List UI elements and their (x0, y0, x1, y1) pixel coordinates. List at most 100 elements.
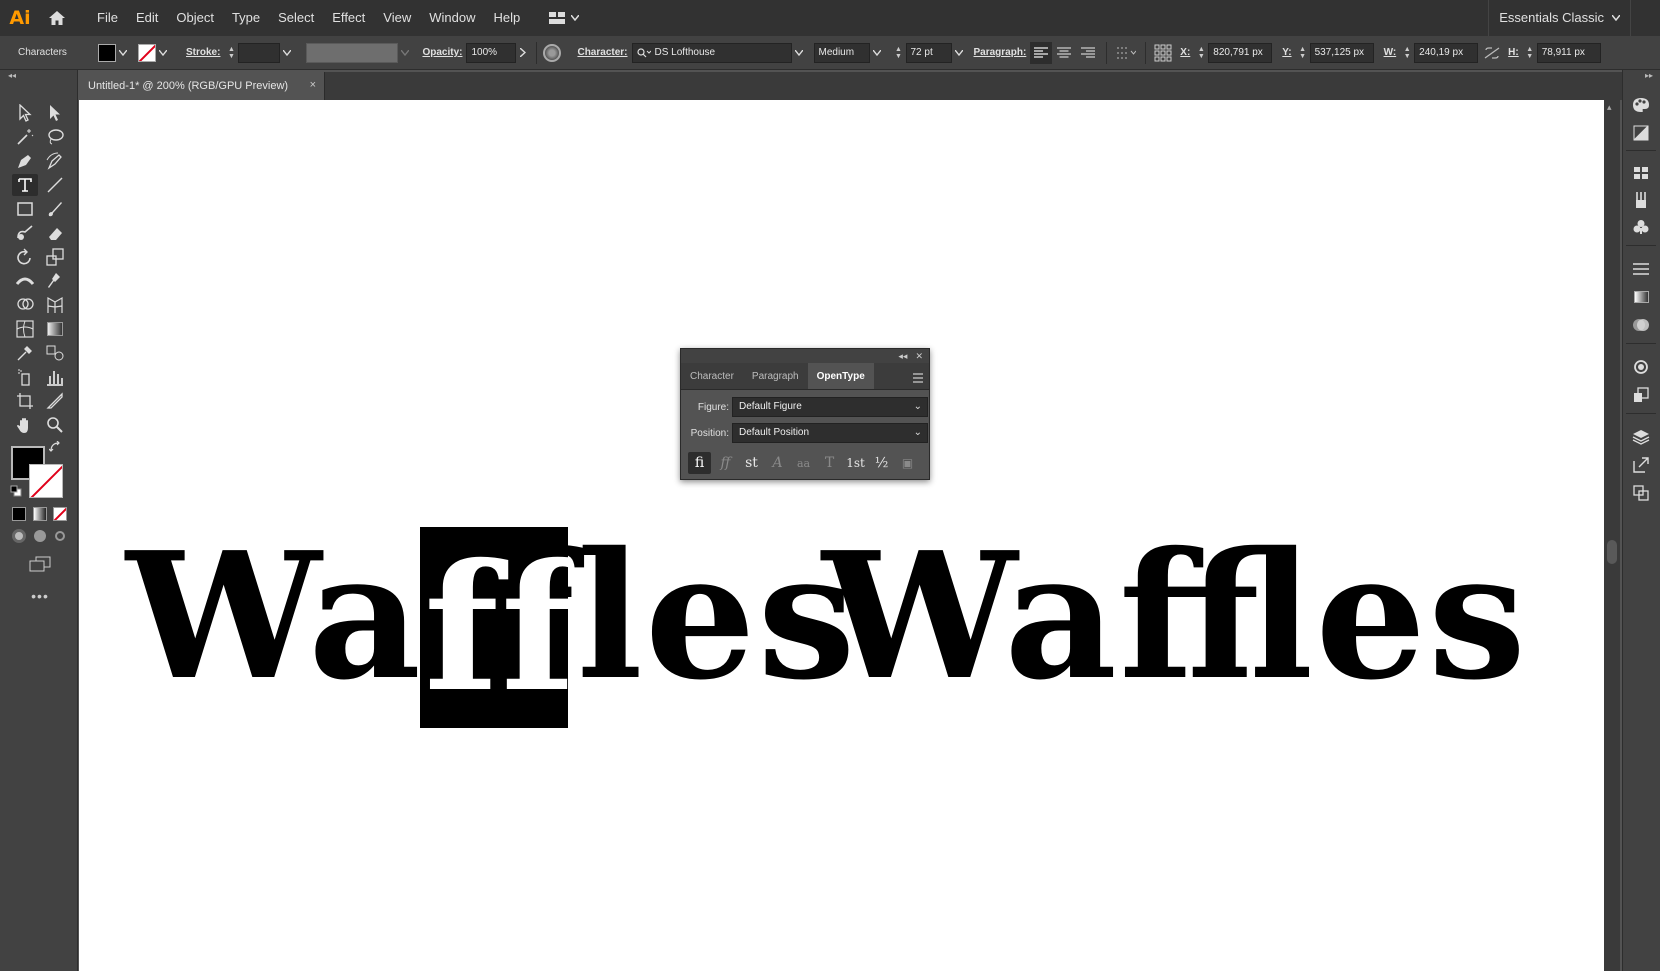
shaper-tool-icon[interactable] (12, 222, 38, 244)
mesh-tool-icon[interactable] (12, 318, 38, 340)
appearance-icon[interactable] (1630, 356, 1652, 378)
font-family-field[interactable]: DS Lofthouse (631, 42, 792, 63)
menu-file[interactable]: File (88, 0, 127, 36)
slice-tool-icon[interactable] (42, 390, 68, 412)
contextual-alternates-button[interactable]: ﬀ (714, 452, 737, 474)
zoom-tool-icon[interactable] (42, 414, 68, 436)
font-style-field[interactable]: Medium (813, 42, 870, 63)
rotate-tool-icon[interactable] (12, 246, 38, 268)
opacity-label[interactable]: Opacity: (422, 47, 462, 58)
menu-help[interactable]: Help (484, 0, 529, 36)
align-right-icon[interactable] (1076, 42, 1100, 64)
collapse-panel-icon[interactable]: ◂◂ (0, 70, 77, 82)
text-waffles-ligature[interactable]: Waﬄes (822, 530, 1528, 704)
font-family-dropdown-icon[interactable] (792, 44, 806, 62)
curvature-tool-icon[interactable] (42, 150, 68, 172)
recolor-artwork-icon[interactable] (543, 43, 562, 62)
fill-swatch[interactable] (98, 43, 116, 62)
font-style-dropdown-icon[interactable] (870, 44, 884, 62)
blend-tool-icon[interactable] (42, 342, 68, 364)
transparency-icon[interactable] (1630, 314, 1652, 336)
selection-tool-icon[interactable] (12, 102, 38, 124)
variable-width-profile[interactable] (306, 42, 399, 63)
artboard-tool-icon[interactable] (12, 390, 38, 412)
font-size-stepper[interactable]: ▲ ▼ (892, 42, 906, 64)
opacity-field[interactable]: 100% (466, 42, 517, 63)
stroke-panel-icon[interactable] (1630, 258, 1652, 280)
draw-inside-icon[interactable] (51, 527, 69, 545)
y-field[interactable]: 537,125 px (1309, 42, 1374, 63)
line-tool-icon[interactable] (42, 174, 68, 196)
font-size-field[interactable]: 72 pt (905, 42, 952, 63)
align-left-icon[interactable] (1030, 41, 1053, 64)
chevron-right-icon[interactable] (516, 44, 530, 62)
paragraph-label[interactable]: Paragraph: (974, 47, 1027, 58)
w-field[interactable]: 240,19 px (1414, 42, 1479, 63)
w-label[interactable]: W: (1384, 47, 1397, 58)
figure-select[interactable]: Default Figure ⌄ (732, 397, 928, 417)
width-tool-icon[interactable] (12, 270, 38, 292)
home-icon[interactable] (40, 0, 74, 36)
y-label[interactable]: Y: (1282, 47, 1291, 58)
more-tools-icon[interactable]: ••• (27, 585, 53, 607)
layers-icon[interactable] (1630, 426, 1652, 448)
close-icon[interactable]: ✕ (915, 351, 923, 362)
shape-builder-tool-icon[interactable] (12, 294, 38, 316)
x-label[interactable]: X: (1180, 47, 1190, 58)
menu-type[interactable]: Type (223, 0, 269, 36)
workspace-switcher[interactable]: Essentials Classic (1488, 0, 1630, 36)
artboards-icon[interactable] (1630, 482, 1652, 504)
menu-view[interactable]: View (374, 0, 420, 36)
screen-mode-icon[interactable] (27, 553, 53, 575)
font-size-dropdown-icon[interactable] (952, 44, 966, 62)
swash-button[interactable]: A (766, 452, 789, 474)
align-objects-icon[interactable] (1113, 42, 1139, 64)
draw-behind-icon[interactable] (31, 527, 49, 545)
symbols-icon[interactable] (1630, 216, 1652, 238)
stroke-swatch[interactable] (138, 43, 156, 62)
tab-opentype[interactable]: OpenType (807, 363, 874, 389)
paintbrush-tool-icon[interactable] (42, 198, 68, 220)
tab-character[interactable]: Character (681, 363, 743, 389)
scroll-up-icon[interactable]: ▴ (1607, 102, 1612, 113)
position-select[interactable]: Default Position ⌄ (732, 423, 928, 443)
menu-effect[interactable]: Effect (323, 0, 374, 36)
pen-tool-icon[interactable] (12, 150, 38, 172)
direct-selection-tool-icon[interactable] (42, 102, 68, 124)
stroke-label[interactable]: Stroke: (186, 47, 220, 58)
menu-edit[interactable]: Edit (127, 0, 167, 36)
symbol-sprayer-tool-icon[interactable] (12, 366, 38, 388)
magic-wand-tool-icon[interactable] (12, 126, 38, 148)
hand-tool-icon[interactable] (12, 414, 38, 436)
default-colors-icon[interactable] (9, 484, 23, 498)
stroke-color-box[interactable] (29, 464, 63, 498)
y-stepper[interactable]: ▲ ▼ (1296, 42, 1310, 64)
x-field[interactable]: 820,791 px (1208, 42, 1273, 63)
search-help-button[interactable] (1630, 0, 1660, 36)
w-stepper[interactable]: ▲ ▼ (1400, 42, 1414, 64)
profile-dropdown-icon[interactable] (398, 44, 412, 62)
type-tool-icon[interactable] (12, 174, 38, 196)
perspective-grid-tool-icon[interactable] (42, 294, 68, 316)
fill-dropdown-icon[interactable] (116, 44, 130, 62)
arrange-documents-button[interactable] (543, 12, 585, 24)
eyedropper-tool-icon[interactable] (12, 342, 38, 364)
menu-window[interactable]: Window (420, 0, 484, 36)
asset-export-icon[interactable] (1630, 454, 1652, 476)
lasso-tool-icon[interactable] (42, 126, 68, 148)
character-label[interactable]: Character: (577, 47, 627, 58)
rectangle-tool-icon[interactable] (12, 198, 38, 220)
titling-alternates-button[interactable]: T (818, 452, 841, 474)
color-guide-icon[interactable] (1630, 122, 1652, 144)
eraser-tool-icon[interactable] (42, 222, 68, 244)
gradient-tool-icon[interactable] (42, 318, 68, 340)
document-tab[interactable]: Untitled-1* @ 200% (RGB/GPU Preview) × (80, 72, 325, 100)
swap-colors-icon[interactable] (48, 440, 62, 454)
brushes-icon[interactable] (1630, 189, 1652, 211)
swatches-icon[interactable] (1630, 162, 1652, 184)
stroke-weight-field[interactable] (238, 42, 281, 63)
menu-object[interactable]: Object (167, 0, 223, 36)
none-mode-icon[interactable] (51, 505, 69, 523)
color-palette-icon[interactable] (1630, 94, 1652, 116)
gradient-mode-icon[interactable] (31, 505, 49, 523)
